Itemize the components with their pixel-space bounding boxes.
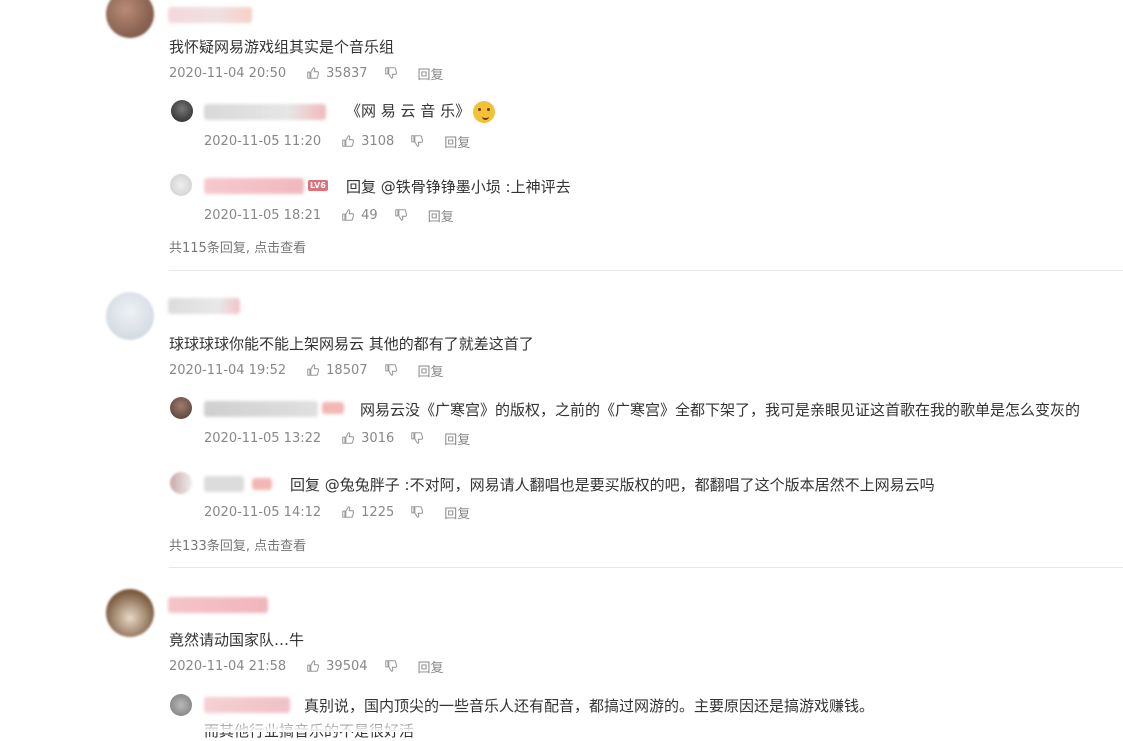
like-button[interactable]: 1225 bbox=[341, 505, 394, 520]
avatar[interactable] bbox=[170, 694, 192, 716]
comment-text: 球球球球你能不能上架网易云 其他的都有了就差这首了 bbox=[169, 335, 534, 353]
reply-meta: 2020-11-05 11:20 3108 回复 bbox=[204, 132, 470, 151]
thumb-down-icon bbox=[394, 208, 408, 222]
reply-text: 网易云没《广寒宫》的版权，之前的《广寒宫》全都下架了，我可是亲眼见证这首歌在我的… bbox=[360, 401, 1081, 419]
dislike-button[interactable] bbox=[410, 505, 424, 519]
comment-date: 2020-11-04 19:52 bbox=[169, 362, 287, 378]
thumb-up-icon bbox=[306, 363, 320, 377]
thumb-up-icon bbox=[306, 659, 320, 673]
thumb-up-icon bbox=[341, 505, 355, 519]
like-count: 49 bbox=[361, 207, 378, 223]
comment-text: 竟然请动国家队…牛 bbox=[169, 631, 305, 649]
username[interactable] bbox=[204, 178, 304, 194]
like-count: 3108 bbox=[361, 133, 395, 149]
divider bbox=[169, 567, 1123, 568]
view-more-replies-link[interactable]: 共115条回复, 点击查看 bbox=[169, 237, 306, 256]
thumb-up-icon bbox=[341, 431, 355, 445]
username[interactable] bbox=[168, 298, 240, 314]
username[interactable] bbox=[204, 697, 290, 713]
scroll-fade bbox=[0, 716, 1123, 732]
level-badge bbox=[322, 402, 344, 414]
reply-date: 2020-11-05 18:21 bbox=[204, 207, 322, 223]
like-button[interactable]: 35837 bbox=[306, 65, 368, 81]
dislike-button[interactable] bbox=[394, 208, 408, 222]
like-button[interactable]: 49 bbox=[341, 208, 378, 223]
dislike-button[interactable] bbox=[410, 431, 424, 445]
reply-button[interactable]: 回复 bbox=[428, 206, 454, 225]
thumb-down-icon bbox=[410, 134, 424, 148]
reply-button[interactable]: 回复 bbox=[444, 132, 470, 151]
comment-meta: 2020-11-04 21:58 39504 回复 bbox=[169, 657, 444, 676]
thumb-up-icon bbox=[306, 66, 320, 80]
reply-text-content: 《网 易 云 音 乐》 bbox=[346, 102, 471, 120]
reply-button[interactable]: 回复 bbox=[418, 361, 444, 380]
username[interactable] bbox=[168, 597, 268, 613]
level-badge bbox=[252, 478, 272, 490]
comment-date: 2020-11-04 21:58 bbox=[169, 658, 287, 674]
username[interactable] bbox=[168, 7, 252, 23]
reply-button[interactable]: 回复 bbox=[444, 503, 470, 522]
avatar[interactable] bbox=[170, 397, 192, 419]
comment-text: 我怀疑网易游戏组其实是个音乐组 bbox=[169, 38, 395, 56]
avatar[interactable] bbox=[170, 472, 192, 494]
reply-meta: 2020-11-05 13:22 3016 回复 bbox=[204, 429, 470, 448]
avatar[interactable] bbox=[106, 589, 154, 637]
comment-date: 2020-11-04 20:50 bbox=[169, 65, 287, 81]
thumb-down-icon bbox=[410, 505, 424, 519]
reply-date: 2020-11-05 14:12 bbox=[204, 504, 322, 520]
thumb-down-icon bbox=[410, 431, 424, 445]
like-count: 35837 bbox=[326, 65, 368, 81]
dislike-button[interactable] bbox=[410, 134, 424, 148]
dislike-button[interactable] bbox=[384, 363, 398, 377]
username[interactable] bbox=[204, 401, 318, 417]
reply-button[interactable]: 回复 bbox=[418, 657, 444, 676]
like-count: 3016 bbox=[361, 430, 395, 446]
like-button[interactable]: 39504 bbox=[306, 658, 368, 674]
reply-date: 2020-11-05 11:20 bbox=[204, 133, 322, 149]
comment-meta: 2020-11-04 19:52 18507 回复 bbox=[169, 361, 444, 380]
thumb-up-icon bbox=[341, 208, 355, 222]
reply-text: 回复 @铁骨铮铮墨小埙 :上神评去 bbox=[346, 178, 571, 196]
view-more-replies-link[interactable]: 共133条回复, 点击查看 bbox=[169, 535, 306, 554]
dislike-button[interactable] bbox=[384, 659, 398, 673]
thumb-up-icon bbox=[341, 134, 355, 148]
reply-meta: 2020-11-05 14:12 1225 回复 bbox=[204, 503, 470, 522]
like-button[interactable]: 18507 bbox=[306, 362, 368, 378]
reply-date: 2020-11-05 13:22 bbox=[204, 430, 322, 446]
emoji-icon bbox=[473, 100, 496, 123]
reply-button[interactable]: 回复 bbox=[444, 429, 470, 448]
username[interactable] bbox=[204, 476, 244, 492]
username[interactable] bbox=[204, 104, 326, 120]
like-button[interactable]: 3108 bbox=[341, 134, 394, 149]
like-count: 18507 bbox=[326, 362, 368, 378]
like-count: 1225 bbox=[361, 504, 395, 520]
avatar[interactable] bbox=[106, 0, 154, 38]
level-badge: LV6 bbox=[308, 180, 328, 191]
thumb-down-icon bbox=[384, 363, 398, 377]
divider bbox=[169, 270, 1123, 271]
comment-meta: 2020-11-04 20:50 35837 回复 bbox=[169, 64, 444, 83]
thumb-down-icon bbox=[384, 66, 398, 80]
like-button[interactable]: 3016 bbox=[341, 431, 394, 446]
avatar[interactable] bbox=[106, 292, 154, 340]
avatar[interactable] bbox=[170, 174, 192, 196]
dislike-button[interactable] bbox=[384, 66, 398, 80]
avatar[interactable] bbox=[171, 100, 193, 122]
reply-text: 真别说，国内顶尖的一些音乐人还有配音，都搞过网游的。主要原因还是搞游戏赚钱。 bbox=[304, 697, 875, 715]
reply-meta: 2020-11-05 18:21 49 回复 bbox=[204, 206, 454, 225]
reply-text: 回复 @兔兔胖子 :不对阿，网易请人翻唱也是要买版权的吧，都翻唱了这个版本居然不… bbox=[290, 476, 935, 494]
reply-button[interactable]: 回复 bbox=[418, 64, 444, 83]
like-count: 39504 bbox=[326, 658, 368, 674]
thumb-down-icon bbox=[384, 659, 398, 673]
reply-text: 《网 易 云 音 乐》 bbox=[346, 100, 496, 123]
